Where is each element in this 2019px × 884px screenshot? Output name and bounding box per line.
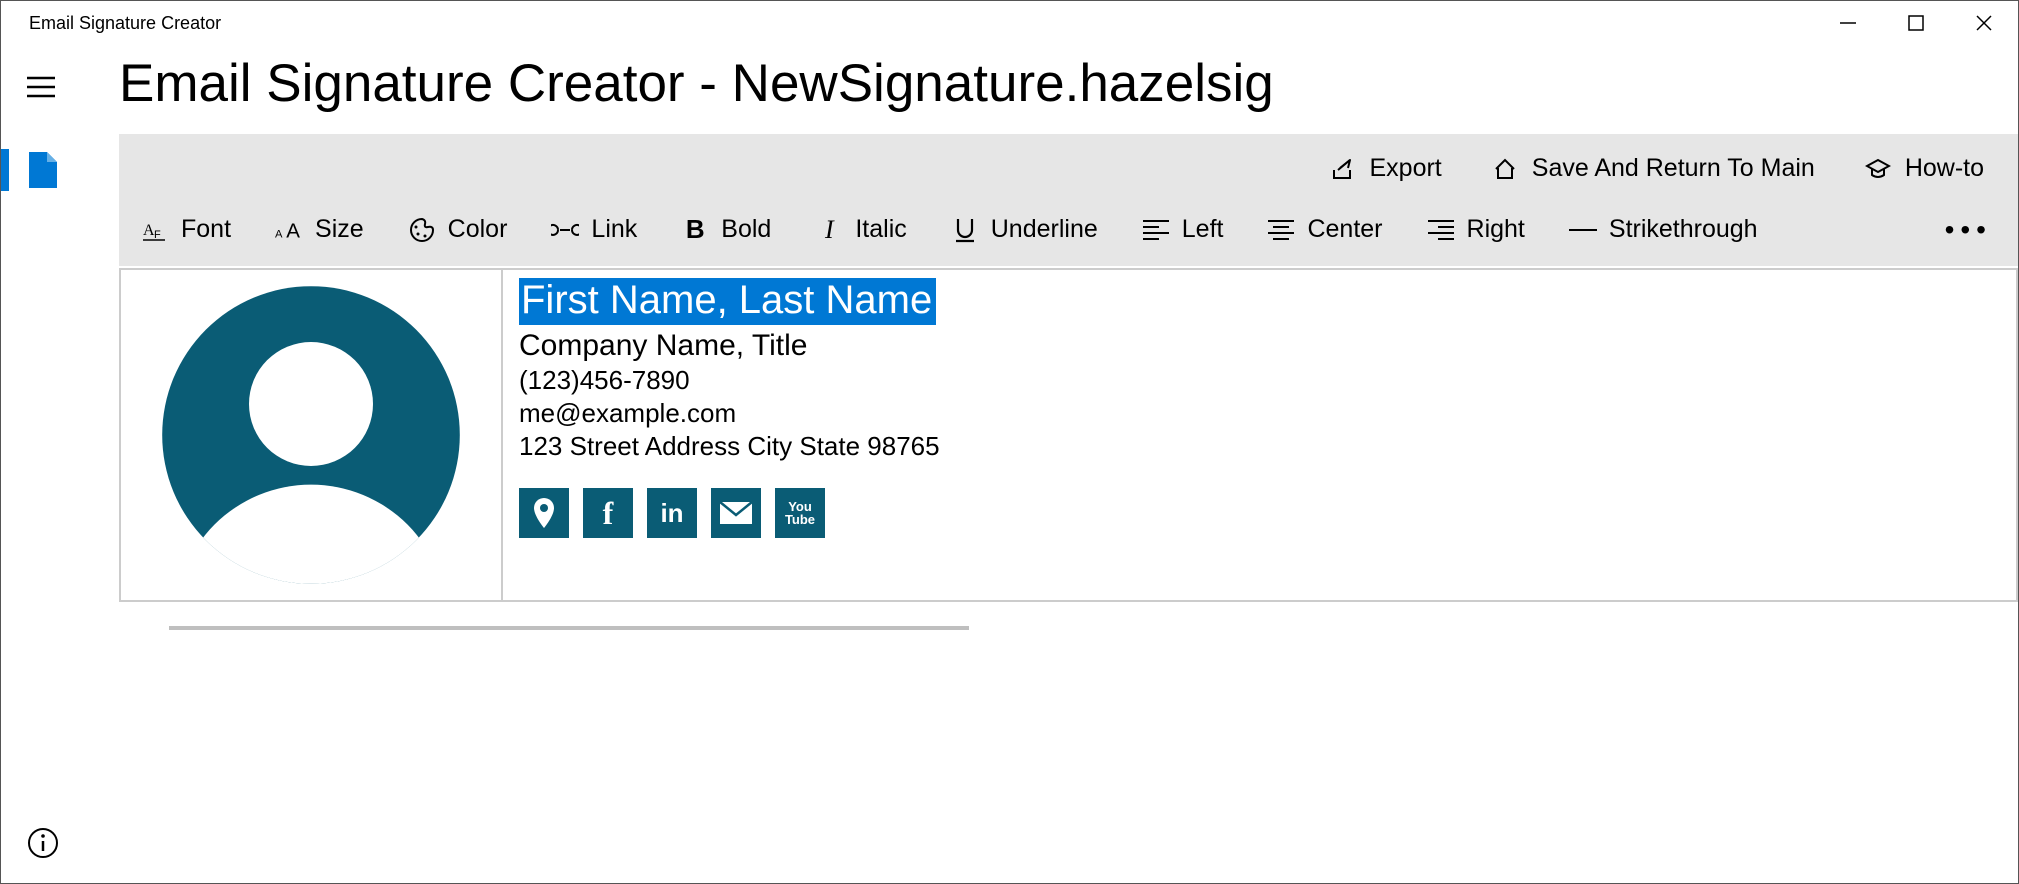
signature-fields[interactable]: First Name, Last Name Company Name, Titl…: [503, 270, 2016, 600]
align-left-button[interactable]: Left: [1140, 211, 1226, 248]
document-icon: [25, 152, 57, 188]
window-controls: [1814, 1, 2018, 45]
ribbon: Export Save And Return To Main How-to: [119, 134, 2018, 266]
facebook-icon: f: [603, 495, 614, 532]
strike-icon: [1569, 216, 1597, 244]
toolbar: AF Font AA Size Color: [139, 197, 1998, 266]
horizontal-scrollbar[interactable]: [169, 620, 2018, 634]
align-right-icon: [1427, 216, 1455, 244]
bold-icon: B: [681, 216, 709, 244]
svg-text:F: F: [154, 229, 161, 241]
social-linkedin[interactable]: in: [647, 488, 697, 538]
titlebar: Email Signature Creator: [1, 1, 2018, 45]
more-icon: •••: [1945, 214, 1992, 245]
sidebar: [1, 45, 81, 883]
align-center-icon: [1267, 216, 1295, 244]
size-icon: AA: [275, 216, 303, 244]
nav-document[interactable]: [11, 145, 71, 195]
link-label: Link: [591, 215, 637, 244]
align-right-button[interactable]: Right: [1425, 211, 1527, 248]
close-button[interactable]: [1950, 1, 2018, 45]
save-return-label: Save And Return To Main: [1532, 154, 1815, 183]
social-facebook[interactable]: f: [583, 488, 633, 538]
howto-button[interactable]: How-to: [1861, 148, 1988, 189]
svg-text:A: A: [286, 219, 300, 242]
social-mail[interactable]: [711, 488, 761, 538]
signature-phone[interactable]: (123)456-7890: [519, 365, 2000, 396]
nav-active-indicator: [1, 149, 9, 191]
signature-company[interactable]: Company Name, Title: [519, 329, 2000, 363]
scrollbar-thumb[interactable]: [169, 626, 969, 630]
align-right-label: Right: [1467, 215, 1525, 244]
export-label: Export: [1370, 154, 1442, 183]
location-icon: [532, 498, 556, 528]
page-title: Email Signature Creator - NewSignature.h…: [119, 53, 2018, 114]
ribbon-top: Export Save And Return To Main How-to: [139, 148, 1998, 197]
signature-email[interactable]: me@example.com: [519, 398, 2000, 429]
strike-button[interactable]: Strikethrough: [1567, 211, 1760, 248]
app-title: Email Signature Creator: [29, 13, 221, 34]
signature-address[interactable]: 123 Street Address City State 98765: [519, 431, 2000, 462]
italic-label: Italic: [855, 215, 906, 244]
mail-icon: [719, 501, 753, 525]
font-button[interactable]: AF Font: [139, 211, 233, 248]
align-left-label: Left: [1182, 215, 1224, 244]
hamburger-icon: [27, 76, 55, 98]
export-icon: [1330, 156, 1356, 182]
youtube-icon: YouTube: [785, 500, 815, 526]
color-button[interactable]: Color: [406, 211, 510, 248]
italic-button[interactable]: I Italic: [813, 211, 908, 248]
font-label: Font: [181, 215, 231, 244]
link-icon: [551, 216, 579, 244]
underline-icon: [951, 216, 979, 244]
bold-label: Bold: [721, 215, 771, 244]
social-row: f in YouTube: [519, 488, 2000, 538]
align-center-button[interactable]: Center: [1265, 211, 1384, 248]
content: Email Signature Creator - NewSignature.h…: [1, 45, 2018, 883]
info-icon: [27, 827, 59, 859]
main: Email Signature Creator - NewSignature.h…: [81, 45, 2018, 883]
avatar-icon: [156, 280, 466, 590]
save-return-button[interactable]: Save And Return To Main: [1488, 148, 1819, 189]
social-youtube[interactable]: YouTube: [775, 488, 825, 538]
howto-label: How-to: [1905, 154, 1984, 183]
minimize-button[interactable]: [1814, 1, 1882, 45]
maximize-button[interactable]: [1882, 1, 1950, 45]
underline-button[interactable]: Underline: [949, 211, 1100, 248]
font-icon: AF: [141, 216, 169, 244]
info-button[interactable]: [23, 823, 63, 863]
signature-editor[interactable]: First Name, Last Name Company Name, Titl…: [119, 268, 2018, 602]
menu-button[interactable]: [17, 63, 65, 111]
color-label: Color: [448, 215, 508, 244]
align-center-label: Center: [1307, 215, 1382, 244]
maximize-icon: [1907, 14, 1925, 32]
underline-label: Underline: [991, 215, 1098, 244]
linkedin-icon: in: [660, 498, 683, 529]
svg-text:A: A: [275, 228, 283, 240]
more-button[interactable]: •••: [1945, 214, 1998, 246]
avatar-cell[interactable]: [121, 270, 503, 600]
italic-icon: I: [815, 216, 843, 244]
palette-icon: [408, 216, 436, 244]
size-button[interactable]: AA Size: [273, 211, 366, 248]
link-button[interactable]: Link: [549, 211, 639, 248]
social-location[interactable]: [519, 488, 569, 538]
align-left-icon: [1142, 216, 1170, 244]
minimize-icon: [1839, 14, 1857, 32]
export-button[interactable]: Export: [1326, 148, 1446, 189]
size-label: Size: [315, 215, 364, 244]
home-icon: [1492, 156, 1518, 182]
graduation-icon: [1865, 156, 1891, 182]
bold-button[interactable]: B Bold: [679, 211, 773, 248]
close-icon: [1975, 14, 1993, 32]
strike-label: Strikethrough: [1609, 215, 1758, 244]
signature-name[interactable]: First Name, Last Name: [519, 278, 936, 325]
